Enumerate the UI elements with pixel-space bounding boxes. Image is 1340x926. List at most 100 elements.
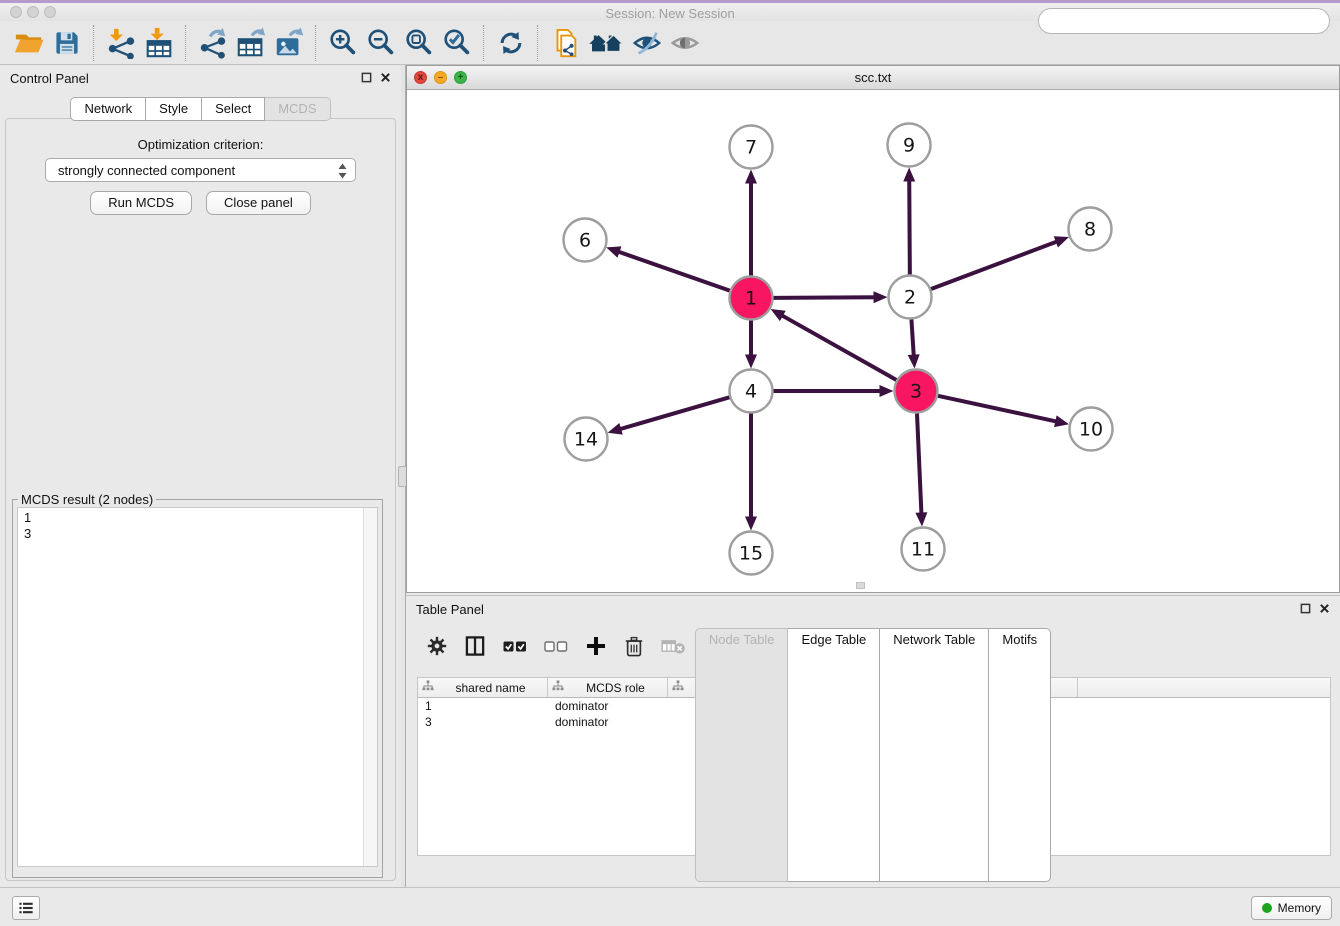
control-panel-tabs: NetworkStyleSelectMCDS	[0, 97, 401, 121]
edge-arrowhead	[745, 355, 757, 369]
edge-arrowhead	[606, 246, 621, 257]
criterion-dropdown[interactable]: strongly connected component	[45, 158, 356, 182]
home-button[interactable]	[584, 24, 628, 62]
edge-arrowhead	[1054, 415, 1069, 427]
open-folder-icon	[13, 28, 45, 58]
result-scrollbar[interactable]	[363, 508, 377, 866]
network-window-title: scc.txt	[407, 70, 1339, 85]
memory-label: Memory	[1278, 901, 1321, 915]
toolbar-separator	[185, 25, 187, 61]
import-table-icon	[143, 27, 175, 59]
tab-style[interactable]: Style	[146, 97, 202, 121]
export-image-button[interactable]	[270, 24, 308, 62]
dropdown-stepper-icon	[338, 163, 347, 179]
graph-node-label-15: 15	[739, 543, 763, 565]
close-table-panel-icon[interactable]	[1319, 603, 1330, 614]
tasks-button[interactable]	[12, 896, 40, 920]
copy-network-icon	[550, 27, 580, 59]
task-list-icon	[19, 901, 33, 915]
eye-icon	[669, 27, 701, 59]
edge-arrowhead	[745, 170, 757, 184]
edge-arrowhead	[903, 167, 915, 181]
mcds-result-lines: 13	[18, 508, 377, 542]
mcds-result-group: MCDS result (2 nodes) 13	[12, 492, 383, 878]
toolbar-separator	[537, 25, 539, 61]
toolbar-separator	[93, 25, 95, 61]
memory-button[interactable]: Memory	[1251, 896, 1332, 920]
export-table-button[interactable]	[232, 24, 270, 62]
save-session-button[interactable]	[48, 24, 86, 62]
export-network-icon	[197, 27, 229, 59]
tab-node-table[interactable]: Node Table	[695, 628, 789, 882]
graph-node-label-10: 10	[1079, 419, 1103, 441]
criterion-dropdown-value: strongly connected component	[58, 163, 235, 178]
canvas-scroll-handle[interactable]	[856, 582, 865, 589]
import-network-button[interactable]	[102, 24, 140, 62]
zoom-selected-icon	[441, 27, 473, 59]
edge-2-9[interactable]	[909, 179, 910, 274]
edge-arrowhead	[873, 291, 887, 303]
refresh-icon	[496, 28, 526, 58]
search-input[interactable]	[1038, 8, 1330, 34]
result-line: 3	[24, 526, 377, 542]
tab-motifs[interactable]: Motifs	[989, 628, 1051, 882]
edge-3-11[interactable]	[917, 413, 921, 514]
refresh-network-button[interactable]	[492, 24, 530, 62]
zoom-in-button[interactable]	[324, 24, 362, 62]
graph-node-label-3: 3	[910, 381, 922, 403]
copy-network-button[interactable]	[546, 24, 584, 62]
control-panel: Control Panel NetworkStyleSelectMCDS Opt…	[0, 65, 401, 887]
visibility-button[interactable]	[666, 24, 704, 62]
house-icons	[586, 29, 626, 57]
zoom-out-button[interactable]	[362, 24, 400, 62]
edge-4-14[interactable]	[619, 397, 729, 429]
status-bar: Memory	[0, 887, 1340, 926]
graph-node-label-4: 4	[745, 381, 757, 403]
zoom-fit-button[interactable]	[400, 24, 438, 62]
tab-mcds[interactable]: MCDS	[265, 97, 330, 121]
network-window-titlebar[interactable]: x – + scc.txt	[407, 66, 1339, 90]
control-panel-title: Control Panel	[10, 71, 89, 86]
table-panel-tabs: Node TableEdge TableNetwork TableMotifs	[406, 628, 1340, 882]
edge-arrowhead	[608, 423, 623, 435]
close-panel-button[interactable]: Close panel	[206, 191, 311, 215]
tab-network[interactable]: Network	[70, 97, 146, 121]
toolbar-separator	[483, 25, 485, 61]
edge-2-8[interactable]	[931, 241, 1058, 289]
eye-slash-icon	[631, 27, 663, 59]
zoom-selected-button[interactable]	[438, 24, 476, 62]
tab-select[interactable]: Select	[202, 97, 265, 121]
tab-edge-table[interactable]: Edge Table	[788, 628, 880, 882]
graph-node-label-8: 8	[1084, 219, 1096, 241]
edge-1-2[interactable]	[773, 297, 875, 298]
edge-1-6[interactable]	[618, 251, 730, 290]
export-image-icon	[273, 27, 305, 59]
edge-arrowhead	[915, 512, 927, 526]
import-table-button[interactable]	[140, 24, 178, 62]
tab-network-table[interactable]: Network Table	[880, 628, 989, 882]
graph-node-label-11: 11	[911, 539, 935, 561]
toolbar-separator	[315, 25, 317, 61]
network-canvas[interactable]: 7968124314101511	[407, 89, 1339, 592]
graph-node-label-7: 7	[745, 137, 757, 159]
graph-node-label-6: 6	[579, 230, 591, 252]
edge-arrowhead	[880, 385, 894, 397]
graph-node-label-1: 1	[745, 288, 757, 310]
zoom-fit-icon	[403, 27, 435, 59]
close-panel-icon[interactable]	[380, 72, 391, 83]
graphics-details-button[interactable]	[628, 24, 666, 62]
run-mcds-button[interactable]: Run MCDS	[90, 191, 192, 215]
export-network-button[interactable]	[194, 24, 232, 62]
table-panel: Table Panel	[406, 595, 1340, 887]
table-panel-title: Table Panel	[416, 602, 484, 617]
result-line: 1	[24, 510, 377, 526]
float-panel-icon[interactable]	[361, 72, 372, 83]
edge-2-3[interactable]	[911, 319, 913, 356]
mcds-result-box[interactable]: 13	[17, 507, 378, 867]
edge-arrowhead	[908, 354, 920, 368]
open-session-button[interactable]	[10, 24, 48, 62]
edge-3-1[interactable]	[781, 315, 896, 380]
float-table-panel-icon[interactable]	[1300, 603, 1311, 614]
edge-arrowhead	[745, 517, 757, 531]
edge-3-10[interactable]	[938, 396, 1057, 422]
